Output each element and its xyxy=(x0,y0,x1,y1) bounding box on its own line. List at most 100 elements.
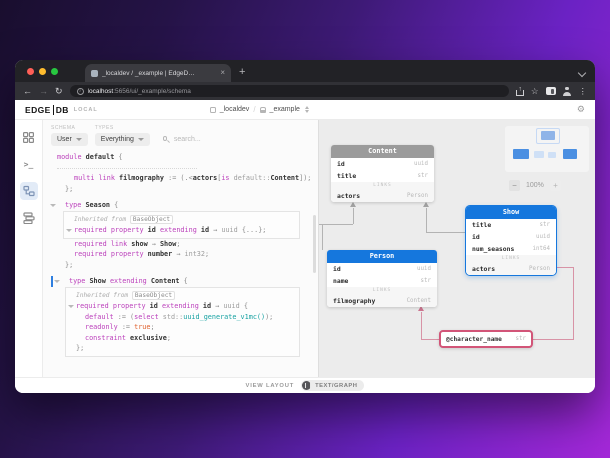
code-line: required property number → int32; xyxy=(49,249,304,260)
settings-gear-icon[interactable]: ⚙ xyxy=(577,105,585,115)
zoom-control: − 100% + xyxy=(509,180,561,191)
minimize-window-button[interactable] xyxy=(39,68,46,75)
breadcrumb: _localdev / _example xyxy=(210,105,309,114)
layout-toggle[interactable]: TEXT/GRAPH xyxy=(301,380,364,391)
code-line[interactable]: required property id extending id → uuid… xyxy=(63,225,300,239)
database-switcher-icon[interactable] xyxy=(305,106,309,113)
edgedb-app-header: EDGE DB LOCAL _localdev / _example ⚙ xyxy=(15,100,595,120)
logo-db: DB xyxy=(56,105,69,115)
url-host: localhost xyxy=(88,88,114,95)
breadcrumb-database[interactable]: _example xyxy=(270,106,300,113)
code-scrollbar[interactable] xyxy=(313,215,316,273)
data-explorer-icon[interactable] xyxy=(20,209,38,227)
browser-tab-strip: _localdev / _example | EdgeD… × + xyxy=(15,60,595,82)
new-tab-button[interactable]: + xyxy=(239,67,245,78)
linkprop-name: @character_name xyxy=(446,336,502,343)
link-line xyxy=(319,224,353,225)
table-prop-row[interactable]: num_seasonsint64 xyxy=(466,243,556,255)
table-link-row[interactable]: actorsPerson xyxy=(466,263,556,275)
left-rail: >_ xyxy=(15,120,43,377)
table-prop-row[interactable]: titlestr xyxy=(331,170,434,182)
reload-button[interactable]: ↻ xyxy=(55,86,63,96)
link-arrow-icon xyxy=(423,202,429,207)
collapse-caret-icon[interactable] xyxy=(54,280,60,283)
zoom-in-button[interactable]: + xyxy=(550,180,561,191)
search-placeholder: search... xyxy=(174,136,201,143)
dashboard-grid-icon[interactable] xyxy=(20,128,38,146)
collapse-caret-icon[interactable] xyxy=(50,204,56,207)
instance-icon xyxy=(210,107,216,113)
linkprop-line xyxy=(421,339,439,340)
table-link-row[interactable]: actorsPerson xyxy=(331,190,434,202)
code-line: }; xyxy=(49,184,304,195)
browser-window: _localdev / _example | EdgeD… × + ← → ↻ … xyxy=(15,60,595,393)
tab-title: _localdev / _example | EdgeD… xyxy=(102,70,216,77)
side-panel-icon[interactable] xyxy=(546,87,556,95)
table-prop-row[interactable]: iduuid xyxy=(327,263,437,275)
profile-icon[interactable] xyxy=(563,87,572,96)
logo-divider xyxy=(53,105,54,115)
table-prop-row[interactable]: iduuid xyxy=(466,231,556,243)
table-header[interactable]: Content xyxy=(331,145,434,158)
zoom-window-button[interactable] xyxy=(51,68,58,75)
browser-tab[interactable]: _localdev / _example | EdgeD… × xyxy=(85,64,231,82)
url-text: localhost:5656/ui/_example/schema xyxy=(88,88,191,95)
table-prop-row[interactable]: titlestr xyxy=(466,219,556,231)
linkprop-box[interactable]: @character_name str xyxy=(439,330,533,348)
view-layout-label: VIEW LAYOUT xyxy=(246,383,295,389)
link-line xyxy=(426,232,465,233)
layout-toggle-knob-icon xyxy=(302,381,311,390)
code-line[interactable]: type Season { xyxy=(49,200,304,211)
table-prop-row[interactable]: iduuid xyxy=(331,158,434,170)
forward-button[interactable]: → xyxy=(39,86,48,96)
table-header[interactable]: Person xyxy=(327,250,437,263)
logo-edge: EDGE xyxy=(25,105,51,115)
breadcrumb-instance[interactable]: _localdev xyxy=(220,106,250,113)
close-window-button[interactable] xyxy=(27,68,34,75)
search-icon xyxy=(163,136,170,143)
table-header[interactable]: Show xyxy=(466,206,556,219)
tab-overview-chevron-icon[interactable] xyxy=(578,69,586,77)
schema-search-input[interactable]: search... xyxy=(163,136,201,143)
schema-table-content[interactable]: ContentiduuidtitlestrLinksactorsPerson xyxy=(331,145,434,202)
collapse-caret-icon[interactable] xyxy=(66,229,72,232)
edgedb-logo: EDGE DB LOCAL xyxy=(25,105,98,115)
tab-close-icon[interactable]: × xyxy=(220,69,225,77)
minimap-node xyxy=(534,151,544,158)
link-arrow-icon xyxy=(350,202,356,207)
link-line xyxy=(322,224,323,250)
browser-menu-icon[interactable]: ⋮ xyxy=(579,87,588,96)
graph-minimap[interactable] xyxy=(505,126,589,172)
schema-filter-bar: Schema User Types Everything search... xyxy=(43,120,318,149)
linkprop-line xyxy=(557,267,573,268)
linkprop-line xyxy=(573,267,574,339)
bookmark-star-icon[interactable]: ☆ xyxy=(531,87,539,96)
table-link-row[interactable]: filmographyContent xyxy=(327,295,437,307)
links-divider: Links xyxy=(466,255,556,263)
collapse-caret-icon[interactable] xyxy=(68,305,74,308)
code-line[interactable]: required property id extending id → uuid… xyxy=(65,301,300,312)
window-controls xyxy=(27,68,58,75)
schema-table-person[interactable]: PersoniduuidnamestrLinksfilmographyConte… xyxy=(327,250,437,307)
links-divider: Links xyxy=(331,182,434,190)
types-filter-label: Types xyxy=(95,125,150,131)
back-button[interactable]: ← xyxy=(23,86,32,96)
schema-table-show[interactable]: Showtitlestriduuidnum_seasonsint64Linksa… xyxy=(465,205,557,276)
site-info-icon[interactable]: i xyxy=(77,88,84,95)
code-line: multi link filmography := (.<actors[is d… xyxy=(49,173,304,184)
types-filter-select[interactable]: Everything xyxy=(95,133,150,146)
table-prop-row[interactable]: namestr xyxy=(327,275,437,287)
schema-filter-group: Schema User xyxy=(51,125,88,146)
layout-toggle-text: TEXT/GRAPH xyxy=(315,383,363,389)
types-filter-group: Types Everything xyxy=(95,125,150,146)
zoom-out-button[interactable]: − xyxy=(509,180,520,191)
schema-filter-select[interactable]: User xyxy=(51,133,88,146)
local-badge: LOCAL xyxy=(74,107,98,113)
address-bar[interactable]: i localhost:5656/ui/_example/schema xyxy=(70,85,509,97)
schema-filter-label: Schema xyxy=(51,125,88,131)
schema-view-icon[interactable] xyxy=(20,182,38,200)
code-line[interactable]: type Show extending Content { xyxy=(51,276,304,287)
repl-terminal-icon[interactable]: >_ xyxy=(20,155,38,173)
share-icon[interactable]: ↑ xyxy=(516,87,524,96)
main-area: >_ Schema User Types Everythin xyxy=(15,120,595,377)
